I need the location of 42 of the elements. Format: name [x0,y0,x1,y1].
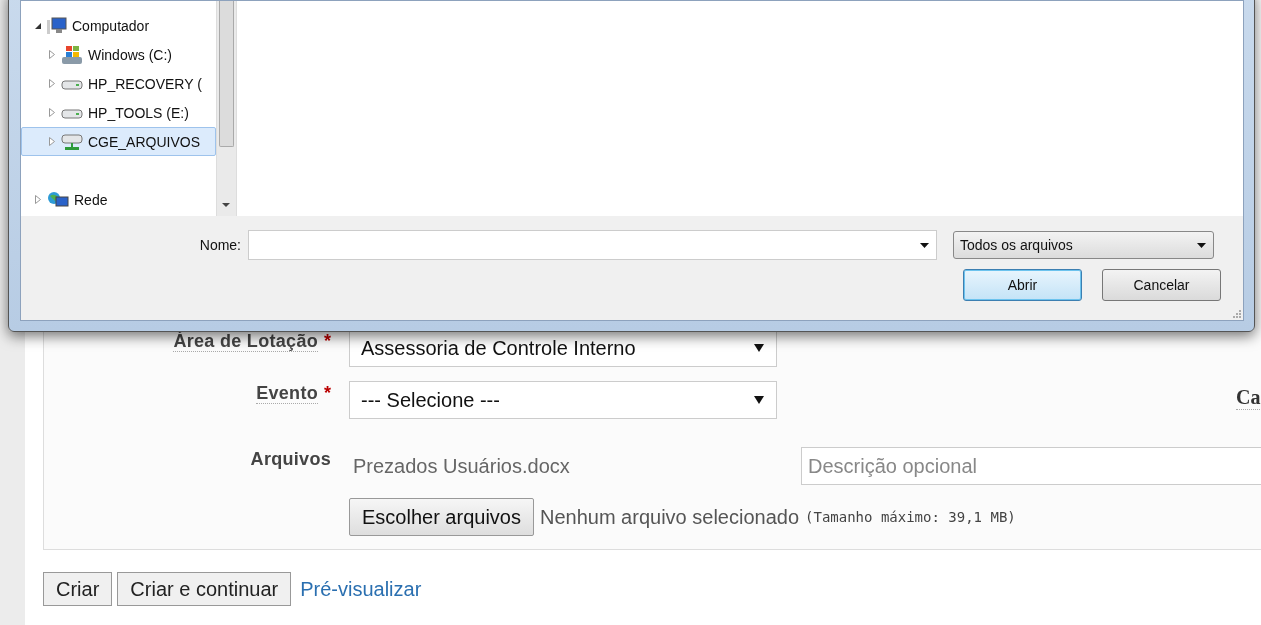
preview-link[interactable]: Pré-visualizar [300,577,422,601]
windows-drive-icon [61,44,83,65]
file-name: Prezados Usuários.docx [352,454,571,478]
expand-icon[interactable] [48,108,56,117]
required-mark: * [324,383,331,403]
resize-grip-icon[interactable] [1231,308,1241,318]
caret-icon [754,396,764,404]
file-type-select[interactable]: Todos os arquivos [953,231,1214,259]
scrollbar[interactable] [216,1,236,216]
caret-icon [920,242,929,248]
network-icon [47,190,69,209]
select-field[interactable]: --- Selecione --- [349,381,777,419]
size-hint: (Tamanho máximo: 39,1 MB) [805,509,1016,525]
network-drive-icon [61,132,83,151]
tree-item[interactable]: Windows (C:) [21,40,216,69]
submit-button[interactable]: Criar e continuar [117,572,292,606]
description-field[interactable]: Descrição opcional [801,447,1261,485]
choose-files-button[interactable]: Escolher arquivos [349,498,534,536]
drive-icon [61,106,83,119]
tree-item[interactable]: Rede [21,185,216,214]
dialog-button[interactable]: Cancelar [1102,269,1221,301]
submit-button[interactable]: Criar [43,572,113,606]
tree-item[interactable]: HP_TOOLS (E:) [21,98,216,127]
caret-icon [754,344,764,352]
tree-item[interactable]: CGE_ARQUIVOS [21,127,216,156]
dialog-button[interactable]: Abrir [963,269,1082,301]
caret-icon [1197,242,1206,248]
tree-item[interactable]: HP_RECOVERY ( [21,69,216,98]
name-label: Nome: [198,237,242,253]
tree-item[interactable]: Computador [21,11,216,40]
required-mark: * [324,331,331,351]
field-label: Evento [256,383,318,404]
expand-icon[interactable] [48,79,56,88]
field-label: Ca [1236,386,1261,410]
expand-icon[interactable] [48,137,56,146]
file-status: Nenhum arquivo selecionado [539,505,800,529]
expand-icon[interactable] [48,50,56,59]
drive-icon [61,77,83,90]
computer-icon [47,16,67,35]
scroll-down-icon[interactable] [222,203,230,208]
field-label: Arquivos [250,449,331,469]
file-name-field[interactable] [248,230,937,260]
